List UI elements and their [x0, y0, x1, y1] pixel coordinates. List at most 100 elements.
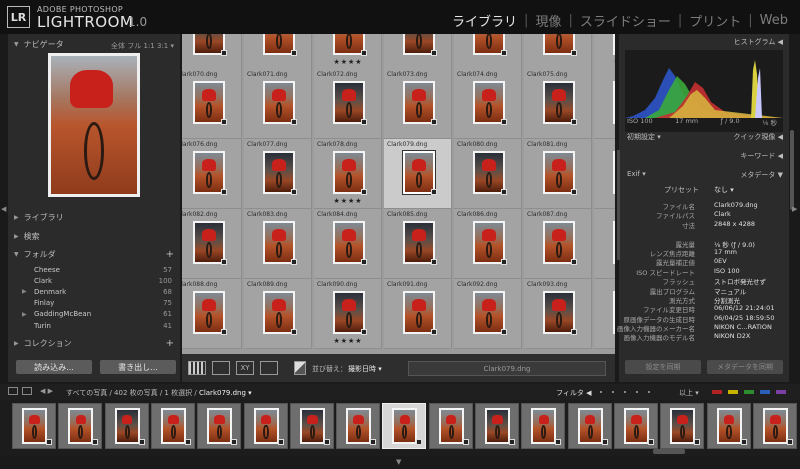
sort-direction-icon[interactable] — [294, 361, 306, 375]
module-print[interactable]: プリント — [689, 11, 741, 30]
filter-label[interactable]: フィルタ ◀ — [556, 388, 591, 398]
photo-thumbnail[interactable] — [613, 151, 615, 194]
sync-settings-button[interactable]: 設定を同期 — [625, 360, 701, 374]
photo-thumbnail[interactable] — [193, 81, 225, 124]
photo-thumbnail[interactable] — [333, 151, 365, 194]
grid-cell[interactable] — [244, 34, 312, 70]
left-panel-toggle-icon[interactable]: ◀ — [1, 205, 6, 213]
module-develop[interactable]: 現像 — [535, 11, 561, 30]
photo-thumbnail[interactable] — [473, 221, 505, 264]
metadata-preset-select[interactable]: なし ▾ — [714, 185, 734, 195]
grid-cell[interactable]: Clark079.dng — [384, 139, 452, 209]
grid-cell[interactable]: Clark086.dng — [454, 209, 522, 279]
preset-dropdown[interactable]: 初期設定 ▾ — [627, 132, 661, 142]
folder-item[interactable]: Finlay 75 — [14, 298, 176, 309]
filmstrip-thumbnail[interactable] — [336, 403, 381, 449]
sync-metadata-button[interactable]: メタデータを同期 — [707, 360, 783, 374]
grid-cell[interactable]: Clark085.dng — [384, 209, 452, 279]
grid-view-icon[interactable] — [188, 361, 206, 375]
photo-thumbnail[interactable] — [193, 291, 225, 334]
photo-thumbnail[interactable] — [543, 291, 575, 334]
filmstrip-thumbnail[interactable] — [567, 403, 612, 449]
filmstrip-thumbnail[interactable] — [660, 403, 705, 449]
photo-thumbnail[interactable] — [613, 221, 615, 264]
import-button[interactable]: 読み込み... — [16, 360, 92, 374]
star-filter-dot[interactable] — [648, 391, 650, 393]
module-slideshow[interactable]: スライドショー — [580, 11, 671, 30]
grid-cell[interactable]: Clark072.dng — [314, 69, 382, 139]
grid-cell[interactable]: ★★★★ — [314, 34, 382, 70]
filmstrip-thumbnail[interactable] — [382, 403, 427, 449]
grid-cell[interactable]: Clark071.dng — [244, 69, 312, 139]
photo-thumbnail[interactable] — [613, 291, 615, 334]
photo-thumbnail[interactable] — [543, 81, 575, 124]
star-rating[interactable]: ★★★★ — [314, 58, 382, 66]
photo-thumbnail[interactable] — [333, 291, 365, 334]
filmstrip[interactable] — [0, 400, 800, 456]
grid-cell[interactable] — [182, 34, 242, 70]
grid-cell[interactable]: Clark075.dng — [524, 69, 592, 139]
grid-cell[interactable] — [594, 209, 615, 279]
navigator-preview[interactable] — [48, 53, 140, 197]
grid-cell[interactable]: Clark078.dng ★★★★ — [314, 139, 382, 209]
grid-cell[interactable]: Clark092.dng — [454, 279, 522, 349]
grid-cell[interactable]: Clark093.dng — [524, 279, 592, 349]
photo-thumbnail[interactable] — [263, 81, 295, 124]
photo-thumbnail[interactable] — [543, 151, 575, 194]
star-filter-dot[interactable] — [600, 391, 602, 393]
grid-cell[interactable]: Clark090.dng ★★★★ — [314, 279, 382, 349]
grid-cell[interactable]: Clark087.dng — [524, 209, 592, 279]
filmstrip-thumbnail[interactable] — [475, 403, 519, 449]
grid-cell[interactable]: Clark089.dng — [244, 279, 312, 349]
grid-shortcut-icon[interactable] — [22, 387, 32, 395]
sort-select[interactable]: 撮影日時 ▾ — [348, 364, 382, 374]
source-path-file[interactable]: Clark079.dng ▾ — [199, 389, 252, 397]
filmstrip-scrollbar[interactable] — [653, 449, 685, 454]
filmstrip-thumbnail[interactable] — [613, 403, 658, 449]
folder-item[interactable]: Cheese 57 — [14, 264, 176, 275]
photo-thumbnail[interactable] — [473, 291, 505, 334]
photo-thumbnail[interactable] — [613, 34, 615, 55]
photo-thumbnail[interactable] — [473, 81, 505, 124]
filmstrip-thumbnail[interactable] — [289, 403, 334, 449]
grid-cell[interactable]: Clark070.dng — [182, 69, 242, 139]
photo-thumbnail[interactable] — [193, 151, 225, 194]
rating-operator-select[interactable]: 以上 ▾ — [679, 388, 699, 398]
add-folder-icon[interactable]: + — [166, 249, 174, 260]
compare-view-icon[interactable]: XY — [236, 361, 254, 375]
grid-scrollbar[interactable] — [617, 150, 620, 260]
grid-cell[interactable]: Clark076.dng — [182, 139, 242, 209]
grid-cell[interactable]: Clark082.dng — [182, 209, 242, 279]
red-label-filter[interactable] — [712, 390, 722, 394]
filmstrip-thumbnail[interactable] — [521, 403, 566, 449]
survey-view-icon[interactable] — [260, 361, 278, 375]
filmstrip-thumbnail[interactable] — [428, 403, 473, 449]
grid-cell[interactable]: Clark091.dng — [384, 279, 452, 349]
photo-thumbnail[interactable] — [613, 81, 615, 124]
grid-cell[interactable]: Clark088.dng — [182, 279, 242, 349]
photo-thumbnail[interactable] — [402, 150, 436, 195]
keywords-header[interactable]: キーワード ◀ — [619, 151, 789, 164]
purple-label-filter[interactable] — [776, 390, 786, 394]
photo-thumbnail[interactable] — [333, 221, 365, 264]
photo-thumbnail[interactable] — [193, 221, 225, 264]
export-button[interactable]: 書き出し... — [100, 360, 176, 374]
grid-cell[interactable] — [384, 34, 452, 70]
collections-section-header[interactable]: ▶ コレクション + — [8, 336, 180, 350]
photo-thumbnail[interactable] — [403, 221, 435, 264]
module-web[interactable]: Web — [760, 13, 788, 28]
grid-cell[interactable]: Clark080.dng — [454, 139, 522, 209]
folder-item[interactable]: Turin 41 — [14, 320, 176, 331]
folder-expander-icon[interactable]: ▶ — [22, 311, 27, 318]
yellow-label-filter[interactable] — [728, 390, 738, 394]
search-section-header[interactable]: ▶ 検索 — [8, 229, 180, 243]
grid-cell[interactable]: Clark074.dng — [454, 69, 522, 139]
loupe-view-icon[interactable] — [212, 361, 230, 375]
grid-cell[interactable]: Clark081.dng — [524, 139, 592, 209]
metadata-view-dropdown[interactable]: Exif ▾ — [627, 170, 646, 178]
blue-label-filter[interactable] — [760, 390, 770, 394]
folders-section-header[interactable]: ▼ フォルダ + — [8, 247, 180, 261]
second-window-icon[interactable] — [8, 387, 18, 395]
filmstrip-thumbnail[interactable] — [197, 403, 242, 449]
photo-thumbnail[interactable] — [543, 221, 575, 264]
